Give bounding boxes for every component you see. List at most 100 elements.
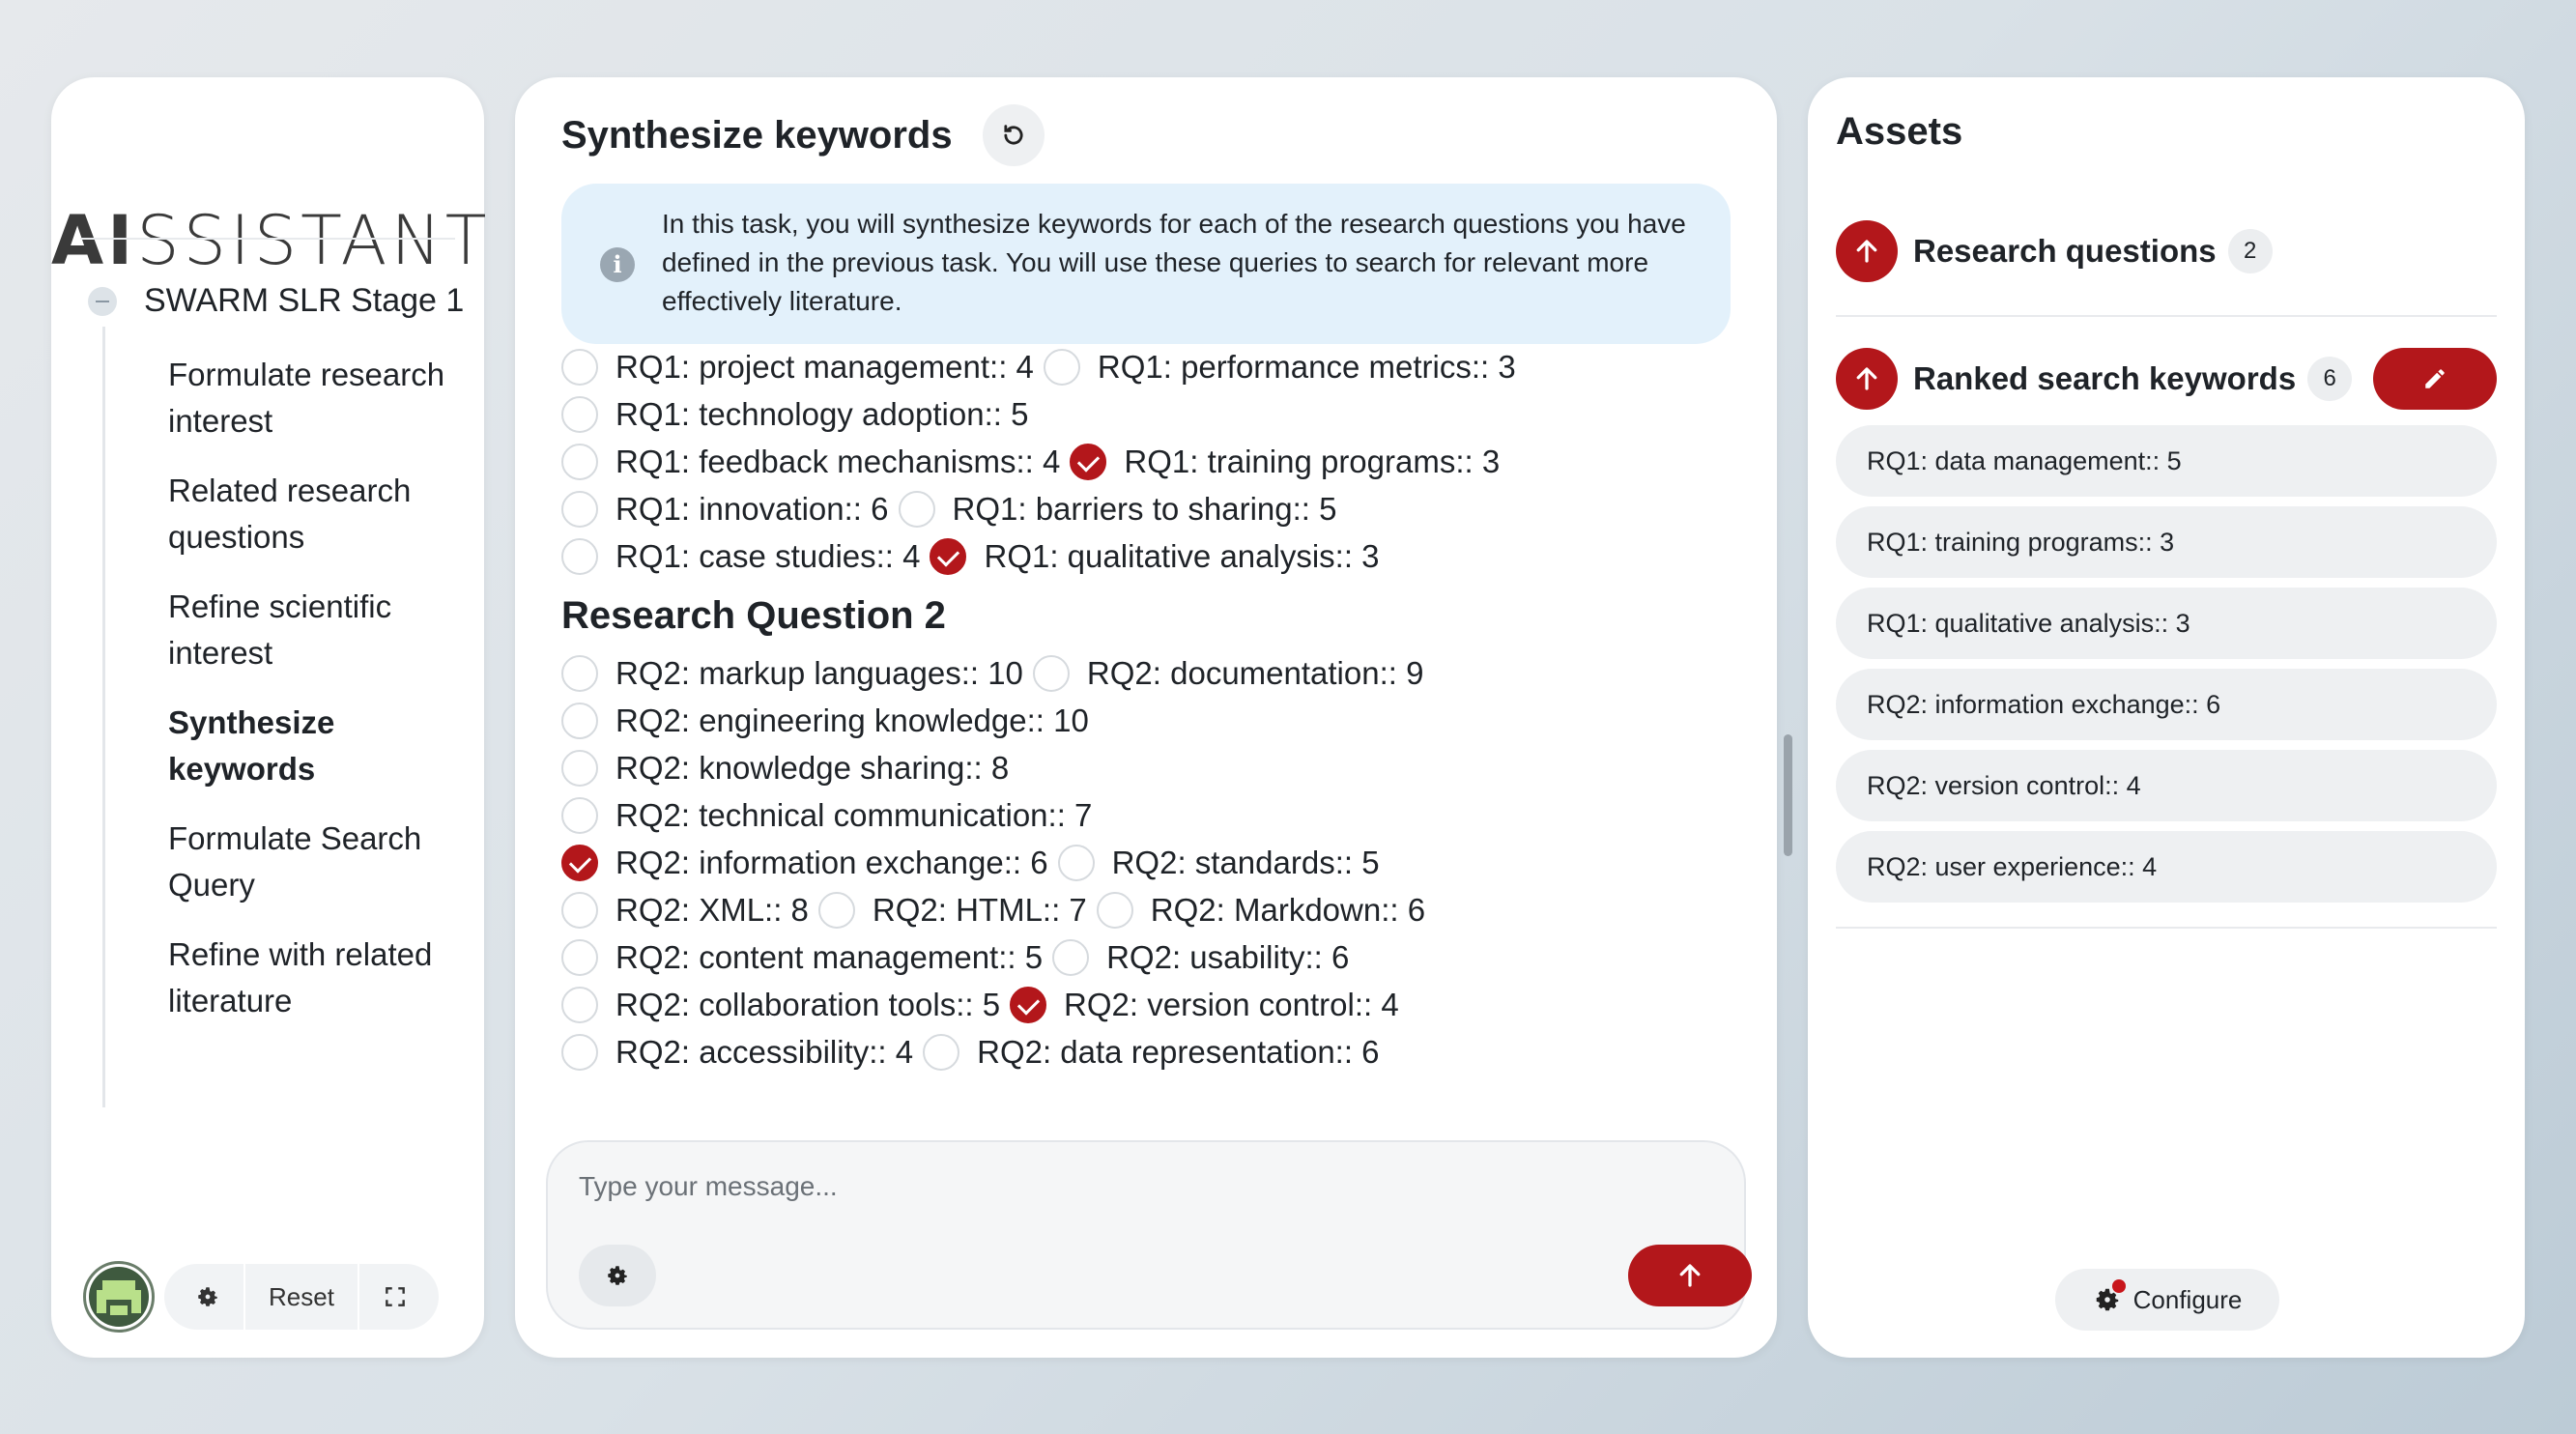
nav-item[interactable]: Formulate Search Query: [168, 816, 468, 908]
radio-button[interactable]: [561, 654, 598, 692]
stage-label: SWARM SLR Stage 1: [144, 282, 465, 319]
radio-button[interactable]: [561, 443, 598, 480]
keyword-label: RQ1: performance metrics:: 3: [1097, 348, 1516, 385]
keyword-option[interactable]: RQ1: qualitative analysis:: 3: [930, 537, 1380, 575]
radio-button[interactable]: [1032, 654, 1070, 692]
ranked-keyword-item[interactable]: RQ2: user experience:: 4: [1836, 831, 2497, 903]
keyword-option[interactable]: RQ1: training programs:: 3: [1070, 443, 1500, 480]
checked-radio[interactable]: [561, 844, 598, 881]
keyword-option[interactable]: RQ1: barriers to sharing:: 5: [898, 490, 1337, 528]
asset-ranked-keywords[interactable]: Ranked search keywords 6: [1836, 348, 2353, 410]
nav-item[interactable]: Related research questions: [168, 468, 468, 560]
keyword-option[interactable]: RQ1: project management:: 4: [561, 348, 1034, 386]
keyword-row: RQ2: XML:: 8 RQ2: HTML:: 7 RQ2: Markdown::…: [561, 886, 1721, 933]
scrollbar-thumb[interactable]: [1784, 734, 1792, 856]
send-button[interactable]: [1628, 1245, 1752, 1306]
gear-icon: [2093, 1279, 2126, 1314]
checked-radio[interactable]: [1010, 986, 1047, 1023]
nav-item[interactable]: Formulate research interest: [168, 352, 468, 445]
keyword-option[interactable]: RQ2: HTML:: 7: [817, 891, 1087, 929]
checked-radio[interactable]: [1070, 443, 1107, 480]
pencil-icon: [2425, 369, 2445, 388]
nav-item[interactable]: Refine scientific interest: [168, 584, 468, 676]
keyword-option[interactable]: RQ2: documentation:: 9: [1032, 654, 1423, 692]
refresh-icon: [1004, 125, 1023, 145]
keyword-label: RQ1: barriers to sharing:: 5: [952, 490, 1337, 527]
left-panel: AISSISTANT SWARM SLR Stage 1 Formulate r…: [51, 77, 491, 1358]
ranked-keyword-item[interactable]: RQ1: training programs:: 3: [1836, 506, 2497, 578]
keyword-option[interactable]: RQ1: performance metrics:: 3: [1043, 348, 1516, 386]
message-input[interactable]: [579, 1171, 1700, 1202]
radio-button[interactable]: [561, 749, 598, 787]
arrow-up-icon[interactable]: [1836, 220, 1898, 282]
stage-header[interactable]: SWARM SLR Stage 1: [88, 282, 464, 320]
keyword-label: RQ1: case studies:: 4: [615, 537, 921, 574]
keyword-row: RQ2: collaboration tools:: 5 RQ2: version…: [561, 981, 1721, 1028]
radio-button[interactable]: [1043, 348, 1080, 386]
radio-button[interactable]: [561, 537, 598, 575]
keyword-option[interactable]: RQ2: knowledge sharing:: 8: [561, 749, 1009, 787]
keyword-label: RQ2: data representation:: 6: [977, 1033, 1380, 1070]
keyword-option[interactable]: RQ1: technology adoption:: 5: [561, 395, 1028, 433]
assets-panel: Assets Research questions 2 Ranked searc…: [1808, 77, 2525, 1358]
refresh-button[interactable]: [983, 104, 1045, 166]
radio-button[interactable]: [561, 348, 598, 386]
keyword-option[interactable]: RQ2: information exchange:: 6: [561, 844, 1048, 881]
ranked-keyword-item[interactable]: RQ2: information exchange:: 6: [1836, 669, 2497, 740]
radio-button[interactable]: [817, 891, 855, 929]
keyword-label: RQ1: feedback mechanisms:: 4: [615, 443, 1061, 479]
keyword-option[interactable]: RQ2: markup languages:: 10: [561, 654, 1023, 692]
keyword-option[interactable]: RQ1: feedback mechanisms:: 4: [561, 443, 1061, 480]
control-group: Reset: [164, 1264, 439, 1330]
collapse-icon[interactable]: [88, 286, 117, 316]
radio-button[interactable]: [1052, 938, 1090, 976]
keyword-option[interactable]: RQ2: engineering knowledge:: 10: [561, 702, 1089, 739]
radio-button[interactable]: [561, 938, 598, 976]
keyword-option[interactable]: RQ2: accessibility:: 4: [561, 1033, 913, 1071]
keyword-option[interactable]: RQ2: Markdown:: 6: [1096, 891, 1425, 929]
checked-radio[interactable]: [930, 537, 967, 575]
keyword-option[interactable]: RQ2: usability:: 6: [1052, 938, 1349, 976]
radio-button[interactable]: [898, 490, 935, 528]
keyword-option[interactable]: RQ2: content management:: 5: [561, 938, 1043, 976]
app-logo: AISSISTANT: [51, 201, 491, 280]
fullscreen-button[interactable]: [357, 1264, 431, 1330]
asset-research-questions[interactable]: Research questions 2: [1836, 220, 2273, 282]
keyword-option[interactable]: RQ2: version control:: 4: [1010, 986, 1399, 1023]
edit-button[interactable]: [2373, 348, 2497, 410]
ranked-keyword-item[interactable]: RQ2: version control:: 4: [1836, 750, 2497, 821]
radio-button[interactable]: [561, 796, 598, 834]
radio-button[interactable]: [561, 395, 598, 433]
stage-nav: Formulate research interest Related resea…: [168, 352, 468, 1047]
ranked-keyword-item[interactable]: RQ1: data management:: 5: [1836, 425, 2497, 497]
keyword-label: RQ2: markup languages:: 10: [615, 654, 1023, 691]
composer-settings-button[interactable]: [579, 1245, 656, 1306]
configure-button[interactable]: Configure: [2055, 1269, 2279, 1331]
keyword-option[interactable]: RQ2: collaboration tools:: 5: [561, 986, 1000, 1023]
keyword-option[interactable]: RQ2: technical communication:: 7: [561, 796, 1092, 834]
ranked-keyword-item[interactable]: RQ1: qualitative analysis:: 3: [1836, 588, 2497, 659]
avatar[interactable]: [83, 1261, 155, 1333]
reset-button[interactable]: Reset: [243, 1264, 358, 1330]
nav-item[interactable]: Refine with related literature: [168, 932, 468, 1024]
keyword-list: RQ1: project management:: 4 RQ1: performa…: [561, 343, 1721, 1076]
radio-button[interactable]: [561, 702, 598, 739]
radio-button[interactable]: [561, 1033, 598, 1071]
radio-button[interactable]: [561, 490, 598, 528]
radio-button[interactable]: [923, 1033, 960, 1071]
keyword-option[interactable]: RQ1: innovation:: 6: [561, 490, 889, 528]
keyword-option[interactable]: RQ2: XML:: 8: [561, 891, 809, 929]
settings-button[interactable]: [172, 1264, 243, 1330]
gear-icon: [198, 1287, 217, 1306]
keyword-option[interactable]: RQ1: case studies:: 4: [561, 537, 921, 575]
radio-button[interactable]: [561, 986, 598, 1023]
nav-item[interactable]: Synthesize keywords: [168, 700, 468, 792]
keyword-option[interactable]: RQ2: data representation:: 6: [923, 1033, 1380, 1071]
keyword-option[interactable]: RQ2: standards:: 5: [1057, 844, 1380, 881]
radio-button[interactable]: [561, 891, 598, 929]
radio-button[interactable]: [1096, 891, 1133, 929]
radio-button[interactable]: [1057, 844, 1095, 881]
avatar-image: [89, 1267, 149, 1327]
arrow-up-icon[interactable]: [1836, 348, 1898, 410]
keyword-label: RQ1: project management:: 4: [615, 348, 1034, 385]
